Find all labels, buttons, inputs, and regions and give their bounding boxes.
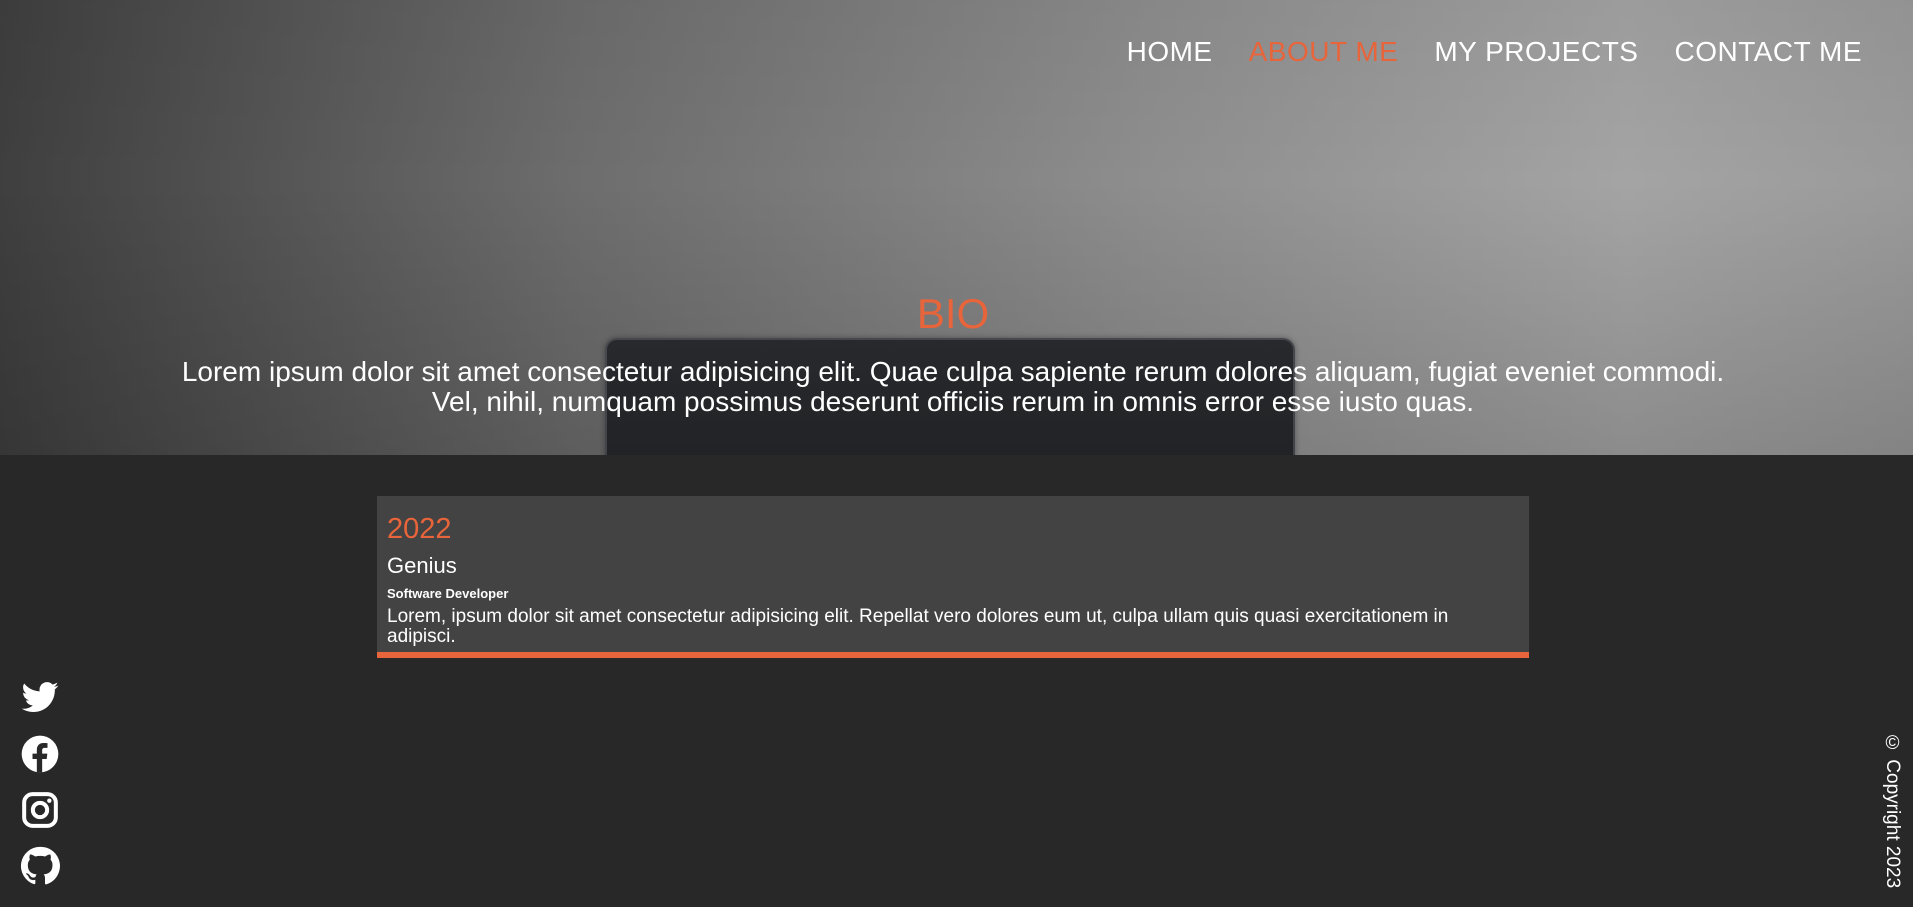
hero-section: HOME ABOUT ME MY PROJECTS CONTACT ME BIO… [0,0,1913,455]
instagram-icon[interactable] [20,790,60,830]
nav-item-about-me[interactable]: ABOUT ME [1249,36,1399,68]
twitter-icon[interactable] [20,678,60,718]
timeline-year: 2022 [387,513,452,545]
timeline-description: Lorem, ipsum dolor sit amet consectetur … [387,606,1449,647]
timeline-role: Software Developer [387,586,509,601]
nav-item-contact-me[interactable]: CONTACT ME [1674,36,1862,68]
social-links [20,678,60,886]
timeline-card: 2022 Genius Software Developer Lorem, ip… [377,496,1529,658]
nav-item-home[interactable]: HOME [1127,36,1213,68]
bio-text: Lorem ipsum dolor sit amet consectetur a… [181,356,1725,417]
facebook-icon[interactable] [20,734,60,774]
nav-item-my-projects[interactable]: MY PROJECTS [1434,36,1638,68]
page-title: BIO [916,290,990,337]
timeline-company: Genius [387,553,457,578]
github-icon[interactable] [20,846,60,886]
main-nav: HOME ABOUT ME MY PROJECTS CONTACT ME [1127,36,1862,68]
copyright-text: © Copyright 2023 [1882,733,1903,889]
